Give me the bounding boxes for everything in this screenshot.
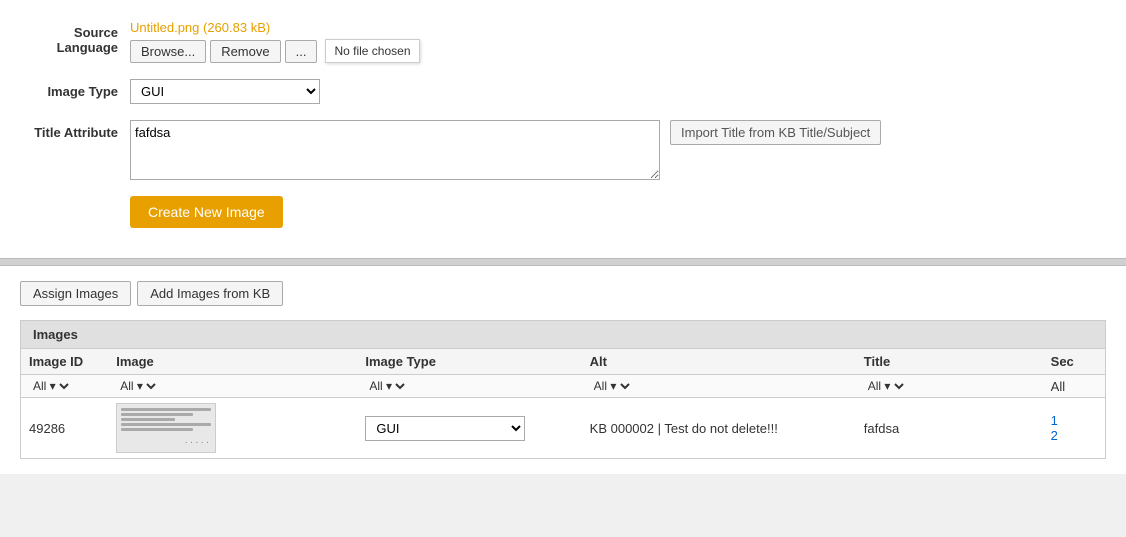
thumbnail-dots: ····· (185, 437, 212, 448)
browse-button[interactable]: Browse... (130, 40, 206, 63)
ellipsis-button[interactable]: ... (285, 40, 318, 63)
title-attribute-control: fafdsa Import Title from KB Title/Subjec… (130, 120, 881, 180)
cell-image: ····· (108, 398, 357, 459)
images-section-title: Images (21, 321, 1105, 349)
filter-image-type: All ▾ (357, 375, 581, 398)
image-type-select[interactable]: GUI Diagram Screenshot Photo (130, 79, 320, 104)
file-name: Untitled.png (260.83 kB) (130, 20, 420, 35)
filter-sec-label: All (1051, 379, 1065, 394)
row-image-type-select[interactable]: GUI Diagram Screenshot (365, 416, 525, 441)
title-attribute-label: Title Attribute (20, 120, 130, 140)
filter-alt-select[interactable]: All ▾ (590, 378, 633, 394)
sec-value-1: 1 (1051, 413, 1058, 428)
col-header-title: Title (856, 349, 1043, 375)
images-table-container: Images Image ID Image Image Type Alt Tit… (20, 320, 1106, 459)
image-type-control: GUI Diagram Screenshot Photo (130, 79, 320, 104)
thumb-line-1 (121, 408, 211, 411)
bottom-section: Assign Images Add Images from KB Images … (0, 266, 1126, 474)
import-title-button[interactable]: Import Title from KB Title/Subject (670, 120, 881, 145)
sec-value-2: 2 (1051, 428, 1058, 443)
thumb-line-5 (121, 428, 193, 431)
action-buttons-row: Assign Images Add Images from KB (20, 281, 1106, 306)
source-language-row: Source Language Untitled.png (260.83 kB)… (20, 20, 1106, 63)
image-id-value: 49286 (29, 421, 65, 436)
title-attribute-row: Title Attribute fafdsa Import Title from… (20, 120, 1106, 180)
file-input-row: Browse... Remove ... No file chosen (130, 39, 420, 63)
filter-sec: All (1043, 375, 1105, 398)
thumb-line-3 (121, 418, 175, 421)
create-new-image-button[interactable]: Create New Image (130, 196, 283, 228)
cell-image-type: GUI Diagram Screenshot (357, 398, 581, 459)
title-row: fafdsa Import Title from KB Title/Subjec… (130, 120, 881, 180)
filter-image-type-select[interactable]: All ▾ (365, 378, 408, 394)
cell-title: fafdsa (856, 398, 1043, 459)
thumb-line-2 (121, 413, 193, 416)
col-header-image-id: Image ID (21, 349, 108, 375)
cell-sec: 1 2 (1043, 398, 1105, 459)
thumbnail-lines (117, 404, 215, 437)
filter-image-id: All ▾ (21, 375, 108, 398)
col-header-sec: Sec (1043, 349, 1105, 375)
image-type-label: Image Type (20, 79, 130, 99)
assign-images-button[interactable]: Assign Images (20, 281, 131, 306)
filter-title-select[interactable]: All ▾ (864, 378, 907, 394)
filter-image: All ▾ (108, 375, 357, 398)
source-language-control: Untitled.png (260.83 kB) Browse... Remov… (130, 20, 420, 63)
title-value: fafdsa (864, 421, 899, 436)
thumb-line-4 (121, 423, 211, 426)
filter-alt: All ▾ (582, 375, 856, 398)
top-section: Source Language Untitled.png (260.83 kB)… (0, 0, 1126, 258)
title-textarea[interactable]: fafdsa (130, 120, 660, 180)
cell-alt: KB 000002 | Test do not delete!!! (582, 398, 856, 459)
table-header-row: Image ID Image Image Type Alt Title Sec (21, 349, 1105, 375)
filter-row: All ▾ All ▾ All ▾ (21, 375, 1105, 398)
image-type-row: Image Type GUI Diagram Screenshot Photo (20, 79, 1106, 104)
filter-title: All ▾ (856, 375, 1043, 398)
col-header-image: Image (108, 349, 357, 375)
no-file-tooltip: No file chosen (325, 39, 419, 63)
remove-button[interactable]: Remove (210, 40, 280, 63)
alt-value: KB 000002 | Test do not delete!!! (590, 421, 778, 436)
create-button-row: Create New Image (20, 196, 1106, 228)
add-images-from-kb-button[interactable]: Add Images from KB (137, 281, 283, 306)
filter-image-id-select[interactable]: All ▾ (29, 378, 72, 394)
source-language-label: Source Language (20, 20, 130, 55)
filter-image-select[interactable]: All ▾ (116, 378, 159, 394)
image-thumbnail: ····· (116, 403, 216, 453)
cell-image-id: 49286 (21, 398, 108, 459)
table-row: 49286 ····· (21, 398, 1105, 459)
col-header-image-type: Image Type (357, 349, 581, 375)
images-table: Image ID Image Image Type Alt Title Sec … (21, 349, 1105, 458)
section-divider (0, 258, 1126, 266)
col-header-alt: Alt (582, 349, 856, 375)
